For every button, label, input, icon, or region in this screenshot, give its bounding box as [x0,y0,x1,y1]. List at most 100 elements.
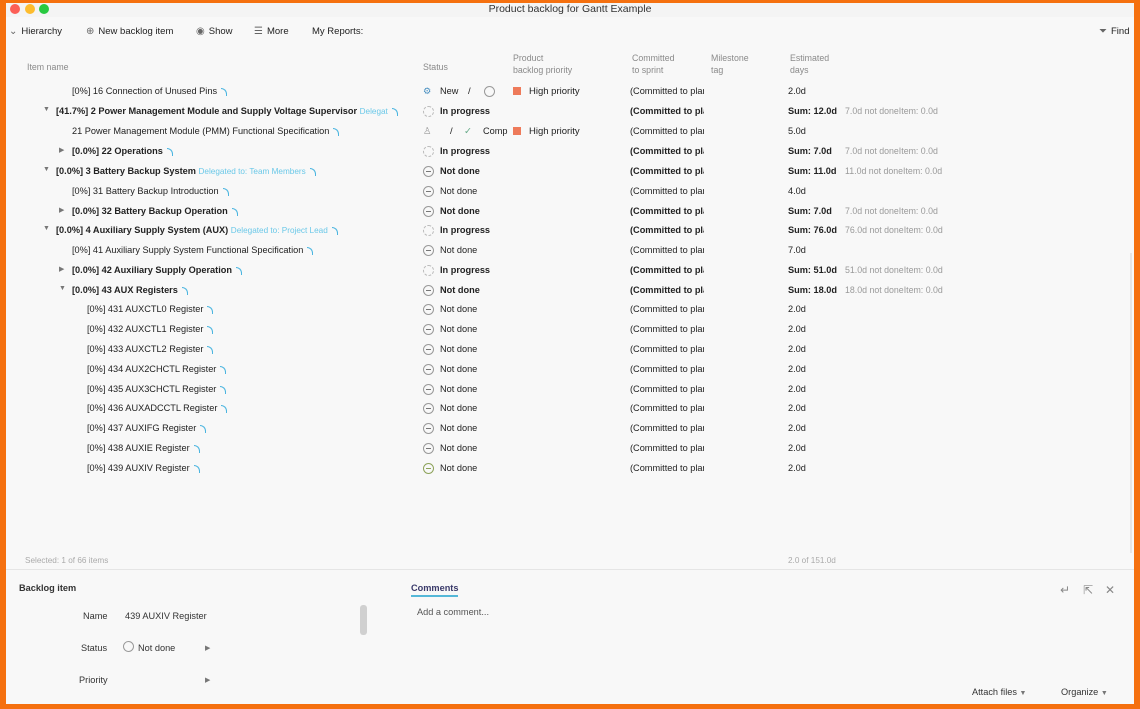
details-title: Backlog item [19,583,77,593]
table-row[interactable]: 21 Power Management Module (PMM) Functio… [6,122,1134,142]
item-name: [0.0%] 4 Auxiliary Supply System (AUX) D… [56,225,338,235]
estimate-cell: 2.0d [788,304,806,314]
table-row[interactable]: [0%] 437 AUXIFG Register Not done (Commi… [6,419,1134,439]
column-header-milestone[interactable]: Milestone tag [711,52,749,76]
not-done-icon [123,641,134,652]
name-label: Name [83,611,108,621]
close-icon[interactable]: ✕ [1105,583,1115,597]
refresh-icon [221,87,228,96]
column-header-priority[interactable]: Product backlog priority [513,52,572,76]
column-header-name[interactable]: Item name [27,61,69,73]
not-done-icon [423,344,434,355]
estimate-cell: 5.0d [788,126,806,136]
table-row[interactable]: ▼ [0.0%] 4 Auxiliary Supply System (AUX)… [6,221,1134,241]
find-button[interactable]: ⏷ Find [1099,26,1129,37]
status-text: Not done [440,344,478,354]
table-row[interactable]: ▼ [0.0%] 43 AUX Registers Not done (Comm… [6,281,1134,301]
committed-cell: (Committed to planning) [630,403,704,413]
refresh-icon [307,246,314,255]
table-row[interactable]: ▼ [0.0%] 3 Battery Backup System Delegat… [6,162,1134,182]
item-name: [0%] 433 AUXCTL2 Register [87,344,214,354]
table-row[interactable]: ▼ [41.7%] 2 Power Management Module and … [6,102,1134,122]
attach-files-button[interactable]: Attach files ▼ [972,687,1026,697]
remaining-text: 7.0d not doneItem: 0.0d [845,106,938,116]
committed-cell: (Committed to planning) [630,324,704,334]
estimate-cell: 2.0d [788,403,806,413]
expand-toggle[interactable]: ▶ [59,265,67,273]
status-label: Status [81,643,108,653]
column-header-status[interactable]: Status [423,61,448,73]
table-row[interactable]: [0%] 434 AUX2CHCTL Register Not done (Co… [6,360,1134,380]
item-name: [0%] 434 AUX2CHCTL Register [87,364,227,374]
collapse-toggle[interactable]: ▼ [43,225,51,232]
tab-comments[interactable]: Comments [411,583,459,597]
table-row[interactable]: [0%] 16 Connection of Unused Pins ⚙ New … [6,82,1134,102]
table-row[interactable]: [0%] 431 AUXCTL0 Register Not done (Comm… [6,300,1134,320]
table-row[interactable]: [0%] 432 AUXCTL1 Register Not done (Comm… [6,320,1134,340]
committed-cell: (Committed to planning) [630,245,704,255]
committed-cell: (Committed to planning) [630,344,704,354]
remaining-text: 7.0d not doneItem: 0.0d [845,146,938,156]
table-row[interactable]: [0%] 435 AUX3CHCTL Register Not done (Co… [6,380,1134,400]
item-name: [0.0%] 32 Battery Backup Operation [72,206,238,216]
status-text: In progress [440,106,491,116]
in-progress-icon [423,146,434,157]
more-button[interactable]: ☰ More [254,26,289,37]
expand-toggle[interactable]: ▶ [59,146,67,154]
priority-cell: High priority [513,126,580,137]
my-reports-button[interactable]: My Reports: [312,26,363,37]
item-name: [0.0%] 42 Auxiliary Supply Operation [72,265,242,275]
refresh-icon [220,385,227,394]
toolbar: ⌄ Hierarchy ⊕ New backlog item ◉ Show ☰ More… [6,22,1134,44]
details-scrollbar[interactable] [360,605,367,635]
committed-cell: (Committed to planning) [630,304,704,314]
organize-button[interactable]: Organize ▼ [1061,687,1108,697]
slash-separator: / [450,126,453,137]
in-progress-icon [423,265,434,276]
remaining-text: 76.0d not doneItem: 0.0d [845,225,943,235]
estimate-cell: 7.0d [788,245,806,255]
item-name: [0%] 16 Connection of Unused Pins [72,86,228,96]
in-progress-icon [423,106,434,117]
status-text: Not done [440,304,478,314]
comment-input[interactable]: Add a comment... [417,607,489,617]
show-button[interactable]: ◉ Show [196,26,233,37]
new-backlog-item-button[interactable]: ⊕ New backlog item [86,26,173,37]
table-row[interactable]: [0%] 433 AUXCTL2 Register Not done (Comm… [6,340,1134,360]
table-row[interactable]: [0%] 31 Battery Backup Introduction Not … [6,182,1134,202]
item-name: [0%] 31 Battery Backup Introduction [72,186,229,196]
not-done-icon [423,324,434,335]
table-row[interactable]: [0%] 438 AUXIE Register Not done (Commit… [6,439,1134,459]
not-done-icon [423,285,434,296]
menu-icon: ☰ [254,26,263,37]
hierarchy-button[interactable]: ⌄ Hierarchy [9,26,62,37]
remaining-text: 51.0d not doneItem: 0.0d [845,265,943,275]
table-row[interactable]: [0%] 41 Auxiliary Supply System Function… [6,241,1134,261]
table-row[interactable]: [0%] 436 AUXADCCTL Register Not done (Co… [6,399,1134,419]
remaining-text: 11.0d not doneItem: 0.0d [845,166,943,176]
estimate-cell: 2.0d [788,324,806,334]
item-name: [41.7%] 2 Power Management Module and Su… [56,106,398,116]
collapse-toggle[interactable]: ▼ [43,106,51,113]
column-header-estimated[interactable]: Estimated days [790,52,829,76]
expand-toggle[interactable]: ▶ [59,206,67,214]
chevron-right-icon[interactable]: ▶ [205,676,210,684]
refresh-icon [222,187,229,196]
table-row[interactable]: ▶ [0.0%] 32 Battery Backup Operation Not… [6,202,1134,222]
table-row[interactable]: ▶ [0.0%] 42 Auxiliary Supply Operation I… [6,261,1134,281]
collapse-toggle[interactable]: ▼ [43,166,51,173]
table-row[interactable]: [0%] 439 AUXIV Register Not done (Commit… [6,459,1134,479]
window-title: Product backlog for Gantt Example [488,3,652,15]
name-value[interactable]: 439 AUXIV Register [125,611,207,621]
collapse-toggle[interactable]: ▼ [59,285,67,292]
item-name: [0%] 436 AUXADCCTL Register [87,403,228,413]
committed-cell: (Committed to planning) [630,285,704,295]
refresh-icon [181,286,188,295]
status-value[interactable]: Not done [138,643,175,653]
table-scrollbar[interactable] [1130,253,1132,553]
table-row[interactable]: ▶ [0.0%] 22 Operations In progress (Comm… [6,142,1134,162]
column-header-committed[interactable]: Committed to sprint [632,52,675,76]
return-icon[interactable]: ↵ [1060,583,1070,597]
popout-icon[interactable]: ⇱ [1083,583,1093,597]
chevron-right-icon[interactable]: ▶ [205,644,210,652]
